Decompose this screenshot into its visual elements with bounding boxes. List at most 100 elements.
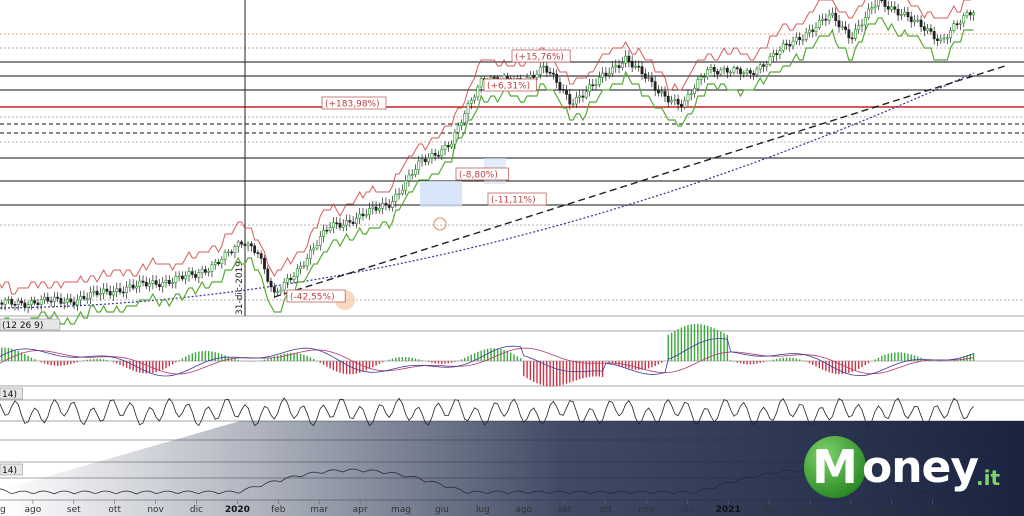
macd-histogram-bar (116, 361, 118, 364)
ma-curve (0, 72, 974, 309)
macd-histogram-bar (684, 326, 686, 361)
candle (36, 302, 40, 305)
candle (305, 258, 309, 267)
candle (302, 265, 306, 268)
candle (414, 169, 417, 175)
candle (880, 0, 884, 1)
x-tick-label: dic (190, 505, 203, 515)
candle (266, 268, 270, 282)
candle (899, 14, 903, 16)
macd-histogram-bar (904, 352, 906, 361)
candle (223, 251, 227, 260)
macd-histogram-bar (716, 329, 719, 361)
indicator-label: (12 26 9) (2, 321, 43, 331)
candle (256, 252, 260, 254)
candle (243, 243, 247, 246)
percent-annotation: (-8,80%) (459, 171, 498, 181)
candle (824, 18, 828, 21)
macd-histogram-bar (713, 328, 715, 361)
candle (463, 113, 467, 124)
candle (702, 76, 706, 78)
candle (407, 174, 411, 181)
macd-histogram-bar (578, 361, 581, 380)
x-tick-label: mag (882, 505, 902, 515)
candle (230, 251, 234, 254)
macd-histogram-bar (470, 354, 472, 361)
candle (617, 65, 621, 68)
macd-histogram-bar (523, 361, 525, 377)
candle (479, 78, 483, 88)
candle (43, 296, 46, 300)
macd-histogram-bar (556, 361, 558, 387)
macd-histogram-bar (782, 357, 784, 361)
candle (213, 261, 217, 265)
macd-histogram-bar (690, 324, 692, 361)
candle (322, 229, 325, 237)
macd-histogram-bar (651, 361, 653, 368)
candle (427, 157, 431, 163)
x-tick-label: feb (762, 505, 777, 515)
macd-histogram-bar (785, 357, 788, 361)
candle (292, 276, 296, 281)
brand-m-circle: M (804, 436, 866, 498)
x-tick-label: dic (681, 505, 694, 515)
candle (446, 145, 450, 148)
macd-histogram-bar (70, 361, 72, 364)
macd-histogram-bar (158, 361, 161, 372)
candle (85, 297, 89, 300)
candle (837, 20, 841, 28)
candle (863, 17, 867, 26)
macd-histogram-bar (467, 356, 469, 361)
macd-histogram-bar (96, 358, 98, 361)
macd-histogram-bar (670, 332, 673, 361)
candle (814, 27, 818, 32)
macd-histogram-bar (234, 358, 236, 361)
macd-histogram-bar (165, 361, 167, 369)
macd-histogram-bar (890, 352, 893, 361)
candle (686, 94, 690, 102)
candle (798, 36, 802, 40)
candle (125, 286, 129, 294)
macd-histogram-bar (680, 327, 683, 361)
candle (197, 272, 201, 278)
candle (926, 28, 930, 31)
candle (23, 302, 27, 308)
x-tick-label: mar (310, 505, 328, 515)
candle (233, 246, 237, 254)
candle (115, 288, 119, 293)
candle (775, 53, 779, 56)
candle (571, 103, 575, 106)
x-tick-label: mar (801, 505, 819, 515)
candle (138, 280, 142, 287)
candle (236, 241, 240, 247)
candle (194, 274, 197, 278)
candle (151, 280, 155, 284)
macd-histogram-bar (299, 353, 302, 361)
macd-histogram-bar (201, 351, 203, 361)
candle (611, 66, 614, 74)
macd-histogram-bar (506, 351, 509, 361)
candle (735, 67, 739, 70)
macd-histogram-bar (739, 361, 742, 364)
candle (657, 90, 660, 94)
candle (696, 79, 700, 89)
macd-histogram-bar (877, 357, 880, 361)
candle (896, 8, 900, 16)
candle (893, 6, 897, 10)
candle (217, 261, 220, 265)
x-tick-label: apr (353, 505, 368, 515)
macd-histogram-bar (812, 361, 814, 365)
macd-histogram-bar (687, 325, 689, 361)
candle (397, 193, 401, 195)
candle (903, 11, 907, 15)
candle (335, 222, 339, 225)
macd-histogram-bar (414, 358, 417, 361)
candle (906, 11, 910, 18)
macd-histogram-bar (408, 357, 410, 361)
candle (699, 76, 703, 80)
resistance-line (0, 0, 971, 295)
candle (854, 29, 857, 39)
candle (945, 37, 949, 40)
macd-histogram-bar (516, 356, 518, 361)
macd-histogram-bar (884, 354, 886, 361)
